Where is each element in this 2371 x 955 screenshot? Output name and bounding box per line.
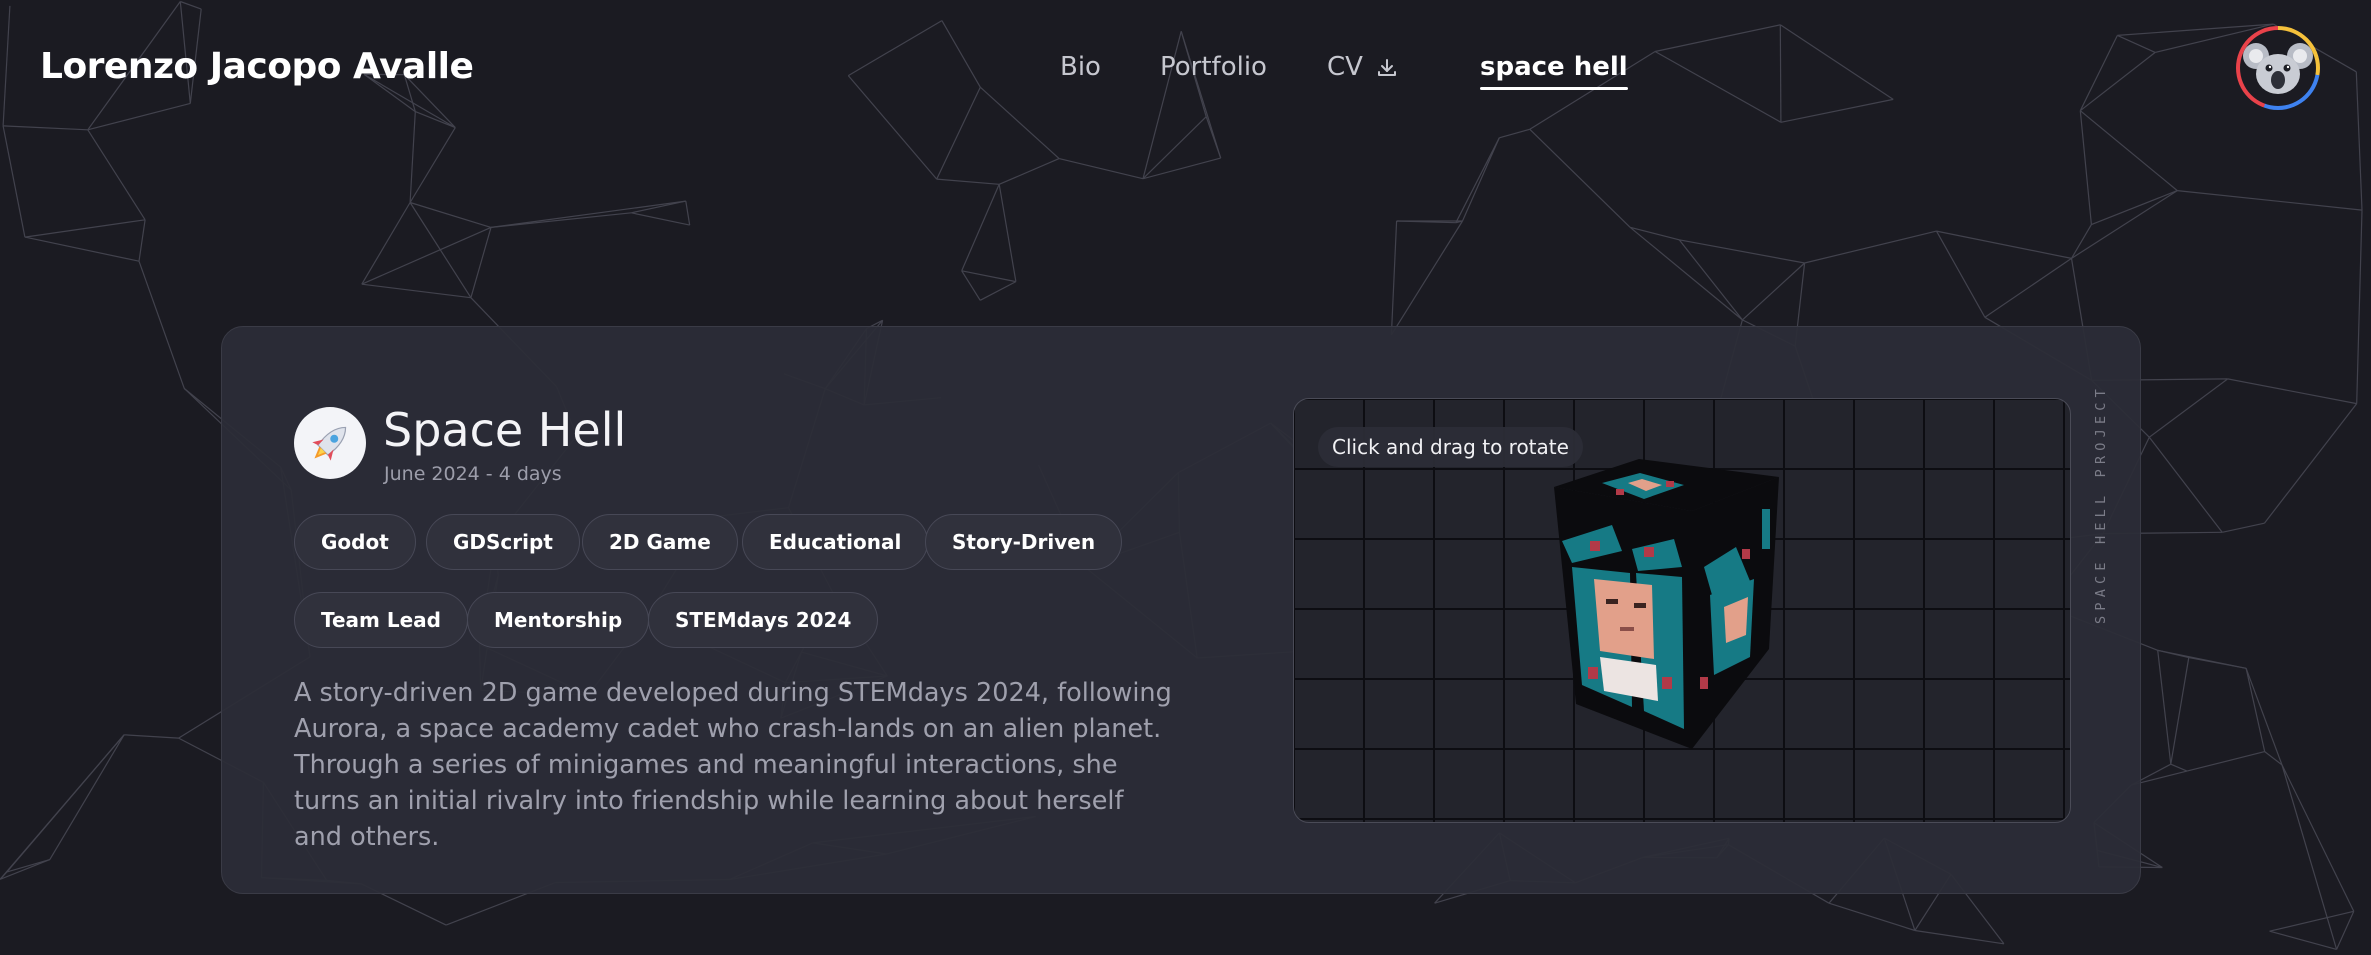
vertical-project-label-text: SPACE HELL PROJECT (2093, 384, 2109, 624)
avatar[interactable] (2236, 26, 2320, 110)
rocket-icon (312, 426, 347, 461)
download-icon[interactable] (1375, 56, 1399, 80)
nav-link-cv[interactable]: CV (1327, 52, 1363, 82)
character-cube[interactable] (1524, 439, 1794, 749)
koala-avatar-icon (2243, 43, 2313, 94)
tag-educational[interactable]: Educational (742, 514, 929, 570)
project-card: Space Hell June 2024 - 4 days Godot GDSc… (221, 326, 2141, 894)
nav-link-space-hell-label: space hell (1480, 52, 1628, 82)
nav-link-bio[interactable]: Bio (1060, 52, 1101, 82)
tag-team-lead[interactable]: Team Lead (294, 592, 468, 648)
main-nav: Bio Portfolio CV space hell (0, 52, 2371, 96)
active-nav-underline (1480, 87, 1628, 90)
tag-godot[interactable]: Godot (294, 514, 416, 570)
project-description: A story-driven 2D game developed during … (294, 678, 1172, 852)
3d-cube-viewer[interactable]: Click and drag to rotate (1293, 398, 2071, 823)
cube-side-face (1692, 477, 1779, 749)
project-date: June 2024 - 4 days (384, 463, 562, 485)
tag-mentorship[interactable]: Mentorship (467, 592, 650, 648)
cube-front-face (1554, 487, 1692, 749)
tag-stemdays-2024[interactable]: STEMdays 2024 (648, 592, 879, 648)
tag-2d-game[interactable]: 2D Game (582, 514, 738, 570)
nav-link-space-hell[interactable]: space hell (1480, 52, 1628, 90)
project-avatar (294, 407, 366, 479)
nav-link-portfolio[interactable]: Portfolio (1160, 52, 1267, 82)
tag-story-driven[interactable]: Story-Driven (925, 514, 1123, 570)
tag-gdscript[interactable]: GDScript (426, 514, 580, 570)
vertical-project-label: SPACE HELL PROJECT (2086, 384, 2116, 624)
project-title: Space Hell (383, 403, 627, 457)
